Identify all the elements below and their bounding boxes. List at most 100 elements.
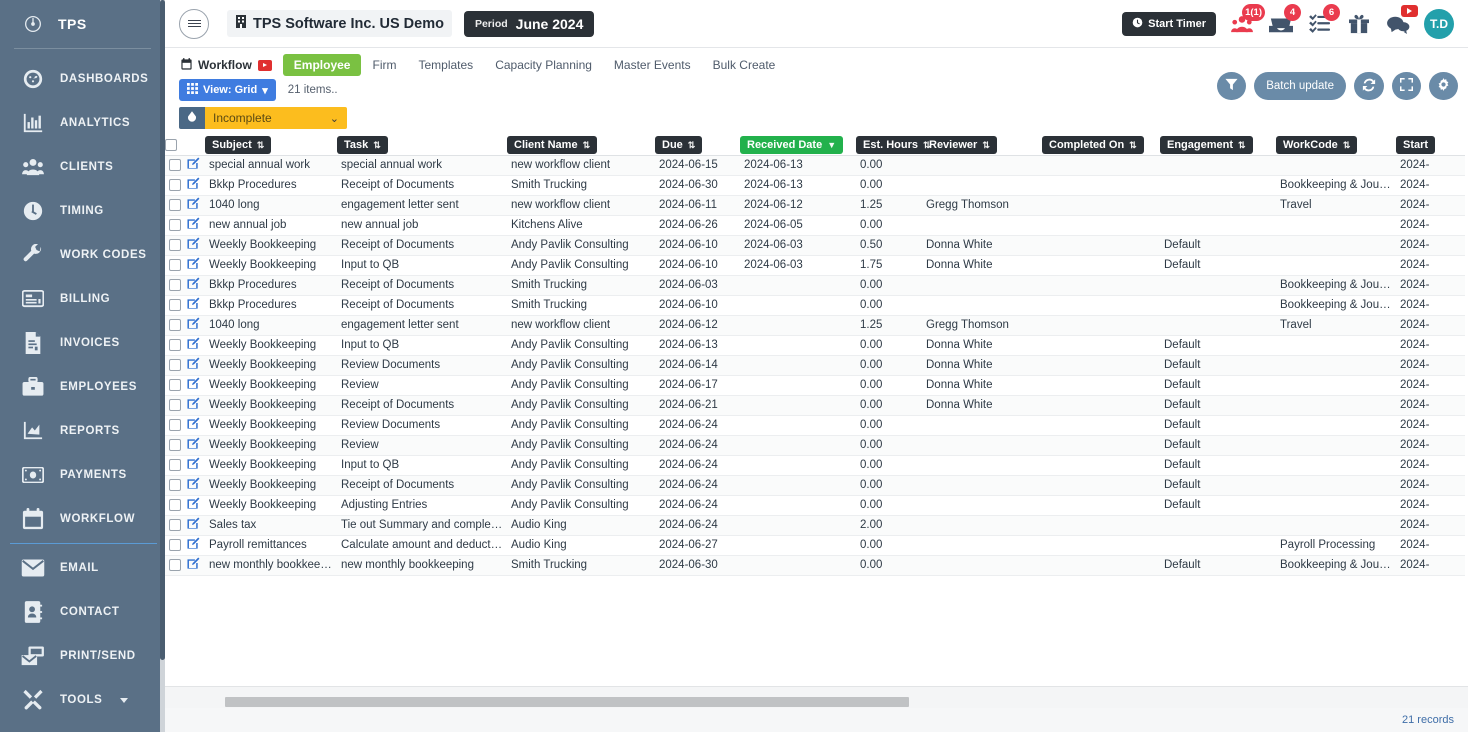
column-header-reviewer[interactable]: Reviewer ⇅ <box>922 135 1042 156</box>
edit-icon[interactable] <box>187 517 201 533</box>
table-row[interactable]: Weekly Bookkeeping Input to QB Andy Pavlik… <box>165 335 1465 356</box>
column-header-received-date[interactable]: Received Date ▼ <box>740 135 856 156</box>
menu-toggle-button[interactable] <box>179 8 209 39</box>
sidebar-item-analytics[interactable]: ANALYTICS <box>0 101 165 145</box>
gift-icon[interactable] <box>1346 11 1372 37</box>
tab-firm[interactable]: Firm <box>361 54 407 76</box>
sort-desc-icon[interactable]: ▼ <box>827 140 836 150</box>
table-row[interactable]: new monthly bookkeeping new monthly bookk… <box>165 555 1465 576</box>
row-checkbox[interactable] <box>169 439 181 451</box>
sort-both-icon[interactable]: ⇅ <box>1238 140 1246 151</box>
edit-icon[interactable] <box>187 157 201 173</box>
sort-both-icon[interactable]: ⇅ <box>688 140 696 151</box>
row-checkbox[interactable] <box>169 359 181 371</box>
sidebar-item-reports[interactable]: REPORTS <box>0 409 165 453</box>
table-row[interactable]: Weekly Bookkeeping Input to QB Andy Pavlik… <box>165 255 1465 276</box>
youtube-icon[interactable] <box>257 59 272 71</box>
horizontal-scrollbar-track[interactable] <box>195 692 1460 707</box>
table-row[interactable]: Weekly Bookkeeping Adjusting Entries Andy … <box>165 495 1465 516</box>
tab-employee[interactable]: Employee <box>282 54 362 76</box>
edit-icon[interactable] <box>187 497 201 513</box>
sidebar-item-clients[interactable]: CLIENTS <box>0 145 165 189</box>
period-selector[interactable]: Period June 2024 <box>463 10 595 37</box>
row-checkbox[interactable] <box>169 479 181 491</box>
edit-icon[interactable] <box>187 397 201 413</box>
tab-capacity-planning[interactable]: Capacity Planning <box>484 54 603 76</box>
column-header-subject[interactable]: Subject ⇅ <box>205 135 337 156</box>
column-header-client-name[interactable]: Client Name ⇅ <box>507 135 655 156</box>
edit-icon[interactable] <box>187 297 201 313</box>
column-header-start[interactable]: Start <box>1396 135 1465 156</box>
row-checkbox[interactable] <box>169 299 181 311</box>
tab-workflow[interactable]: Workflow <box>179 54 283 77</box>
edit-icon[interactable] <box>187 537 201 553</box>
edit-icon[interactable] <box>187 197 201 213</box>
row-checkbox[interactable] <box>169 319 181 331</box>
sidebar-item-employees[interactable]: EMPLOYEES <box>0 365 165 409</box>
table-row[interactable]: Weekly Bookkeeping Receipt of Documents An… <box>165 475 1465 496</box>
sidebar-item-billing[interactable]: BILLING <box>0 277 165 321</box>
tab-master-events[interactable]: Master Events <box>603 54 702 76</box>
table-row[interactable]: Bkkp Procedures Receipt of Documents Smith… <box>165 275 1465 296</box>
edit-icon[interactable] <box>187 217 201 233</box>
column-header-task[interactable]: Task ⇅ <box>337 135 507 156</box>
sort-both-icon[interactable]: ⇅ <box>923 140 931 151</box>
inbox-icon[interactable]: 4 <box>1268 3 1301 37</box>
user-avatar[interactable]: T.D <box>1424 8 1454 39</box>
row-checkbox[interactable] <box>169 399 181 411</box>
edit-icon[interactable] <box>187 557 201 573</box>
edit-icon[interactable] <box>187 277 201 293</box>
edit-icon[interactable] <box>187 257 201 273</box>
settings-button[interactable] <box>1429 72 1458 100</box>
sidebar-item-contact[interactable]: CONTACT <box>0 590 165 634</box>
edit-icon[interactable] <box>187 377 201 393</box>
filter-drop-icon-button[interactable] <box>179 107 205 129</box>
view-grid-button[interactable]: View: Grid ▾ <box>179 79 276 101</box>
edit-icon[interactable] <box>187 317 201 333</box>
row-checkbox[interactable] <box>169 199 181 211</box>
table-row[interactable]: Payroll remittances Calculate amount and … <box>165 535 1465 556</box>
table-row[interactable]: Weekly Bookkeeping Review Andy Pavlik Cons… <box>165 435 1465 456</box>
chat-icon[interactable] <box>1385 4 1418 37</box>
row-checkbox[interactable] <box>169 539 181 551</box>
row-checkbox[interactable] <box>169 279 181 291</box>
edit-icon[interactable] <box>187 177 201 193</box>
row-checkbox[interactable] <box>169 519 181 531</box>
table-row[interactable]: Weekly Bookkeeping Receipt of Documents An… <box>165 235 1465 256</box>
table-row[interactable]: special annual work special annual work ne… <box>165 155 1465 176</box>
company-selector[interactable]: TPS Software Inc. US Demo <box>227 10 452 37</box>
row-checkbox[interactable] <box>169 179 181 191</box>
sort-both-icon[interactable]: ⇅ <box>373 140 381 151</box>
edit-icon[interactable] <box>187 417 201 433</box>
fullscreen-button[interactable] <box>1392 72 1421 100</box>
sidebar-item-dashboards[interactable]: DASHBOARDS <box>0 57 165 101</box>
table-row[interactable]: Sales tax Tie out Summary and complete… Au… <box>165 515 1465 536</box>
edit-icon[interactable] <box>187 337 201 353</box>
row-checkbox[interactable] <box>169 219 181 231</box>
row-checkbox[interactable] <box>169 259 181 271</box>
table-row[interactable]: new annual job new annual job Kitchens Ali… <box>165 215 1465 236</box>
checklist-icon[interactable]: 6 <box>1307 3 1340 37</box>
table-row[interactable]: Weekly Bookkeeping Review Documents Andy P… <box>165 355 1465 376</box>
row-checkbox[interactable] <box>169 339 181 351</box>
refresh-button[interactable] <box>1354 72 1384 100</box>
table-row[interactable]: Bkkp Procedures Receipt of Documents Smith… <box>165 295 1465 316</box>
edit-icon[interactable] <box>187 457 201 473</box>
column-header-due[interactable]: Due ⇅ <box>655 135 740 156</box>
column-header-completed-on[interactable]: Completed On ⇅ <box>1042 135 1160 156</box>
edit-icon[interactable] <box>187 437 201 453</box>
table-row[interactable]: Weekly Bookkeeping Review Documents Andy P… <box>165 415 1465 436</box>
table-row[interactable]: Weekly Bookkeeping Review Andy Pavlik Cons… <box>165 375 1465 396</box>
sidebar-item-integrations[interactable]: INTEGRATIONS <box>0 722 165 732</box>
row-checkbox[interactable] <box>169 379 181 391</box>
row-checkbox[interactable] <box>169 419 181 431</box>
row-checkbox[interactable] <box>169 499 181 511</box>
row-checkbox[interactable] <box>169 459 181 471</box>
row-checkbox[interactable] <box>169 559 181 571</box>
column-header-engagement[interactable]: Engagement ⇅ <box>1160 135 1276 156</box>
sort-both-icon[interactable]: ⇅ <box>583 140 591 151</box>
table-row[interactable]: Weekly Bookkeeping Input to QB Andy Pavlik… <box>165 455 1465 476</box>
tab-bulk-create[interactable]: Bulk Create <box>702 54 787 76</box>
tab-templates[interactable]: Templates <box>407 54 484 76</box>
edit-icon[interactable] <box>187 237 201 253</box>
